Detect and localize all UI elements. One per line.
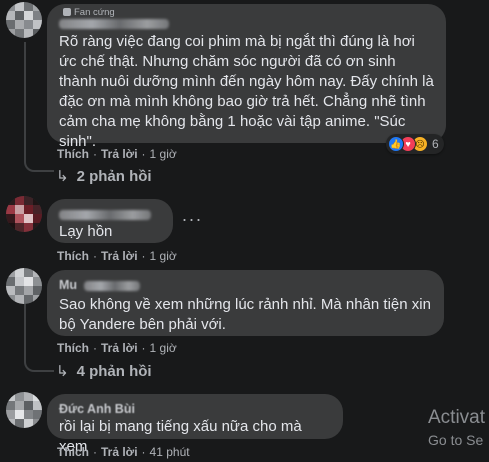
comment-bubble: Fan cứng Rõ ràng việc đang coi phim mà b… [47, 4, 446, 150]
view-replies-link[interactable]: ↳ 2 phản hồi [56, 167, 152, 185]
reply-button[interactable]: Trả lời [101, 147, 138, 161]
comment-time[interactable]: 1 giờ [150, 249, 177, 263]
reply-arrow-icon: ↳ [56, 363, 69, 380]
comment-bubble: Đức Anh Bùi rồi lại bị mang tiếng xấu nữ… [47, 394, 343, 455]
comment-time[interactable]: 1 giờ [150, 341, 177, 355]
comment-bubble: Mu Sao không về xem những lúc rảnh nhỉ. … [47, 270, 444, 336]
comment-text: Rõ ràng việc đang coi phim mà bị ngắt th… [59, 33, 439, 150]
comment-actions: Thích · Trả lời · 1 giờ [57, 341, 177, 355]
like-button[interactable]: Thích [57, 445, 89, 459]
author-name-blurred [59, 209, 151, 220]
comment-author[interactable] [59, 206, 161, 222]
more-icon: ··· [181, 209, 203, 229]
shield-icon [63, 8, 71, 16]
comment-text: Lạy hồn [59, 223, 113, 240]
like-button[interactable]: Thích [57, 147, 89, 161]
comment-time[interactable]: 41 phút [150, 445, 190, 459]
like-button[interactable]: Thích [57, 341, 89, 355]
like-button[interactable]: Thích [57, 249, 89, 263]
reply-button[interactable]: Trả lời [101, 249, 138, 263]
avatar[interactable] [6, 2, 42, 38]
reply-button[interactable]: Trả lời [101, 445, 138, 459]
more-options-button[interactable]: ··· [178, 207, 206, 235]
reaction-count: 6 [432, 137, 439, 151]
activation-watermark-subtitle: Go to Se [428, 432, 484, 448]
comment-author[interactable]: Mu [59, 277, 432, 293]
reply-arrow-icon: ↳ [56, 168, 69, 185]
comment-author[interactable]: Fan cứng [59, 7, 434, 30]
replies-count: 4 phản hồi [76, 363, 152, 380]
avatar[interactable] [6, 392, 42, 428]
reaction-summary[interactable]: 👍 ♥ ☹ 6 [386, 134, 444, 154]
comment-actions: Thích · Trả lời · 1 giờ [57, 249, 177, 263]
view-replies-link[interactable]: ↳ 4 phản hồi [56, 362, 152, 380]
comment-actions: Thích · Trả lời · 41 phút [57, 445, 190, 459]
reply-button[interactable]: Trả lời [101, 341, 138, 355]
replies-count: 2 phản hồi [76, 168, 152, 185]
author-name-blurred [83, 280, 140, 291]
author-name: Đức Anh Bùi [59, 402, 135, 416]
comment-actions: Thích · Trả lời · 1 giờ [57, 147, 177, 161]
author-name-blurred [59, 18, 169, 29]
comment-author[interactable]: Đức Anh Bùi [59, 401, 331, 417]
avatar[interactable] [6, 196, 42, 232]
activation-watermark-title: Activat [428, 407, 486, 428]
comment-bubble: Lạy hồn [47, 199, 173, 243]
author-name: Mu [59, 278, 78, 292]
comment-time[interactable]: 1 giờ [150, 147, 177, 161]
comment-text: Sao không về xem những lúc rảnh nhỉ. Mà … [59, 296, 436, 333]
avatar[interactable] [6, 268, 42, 304]
like-reaction-icon: 👍 [388, 136, 404, 152]
